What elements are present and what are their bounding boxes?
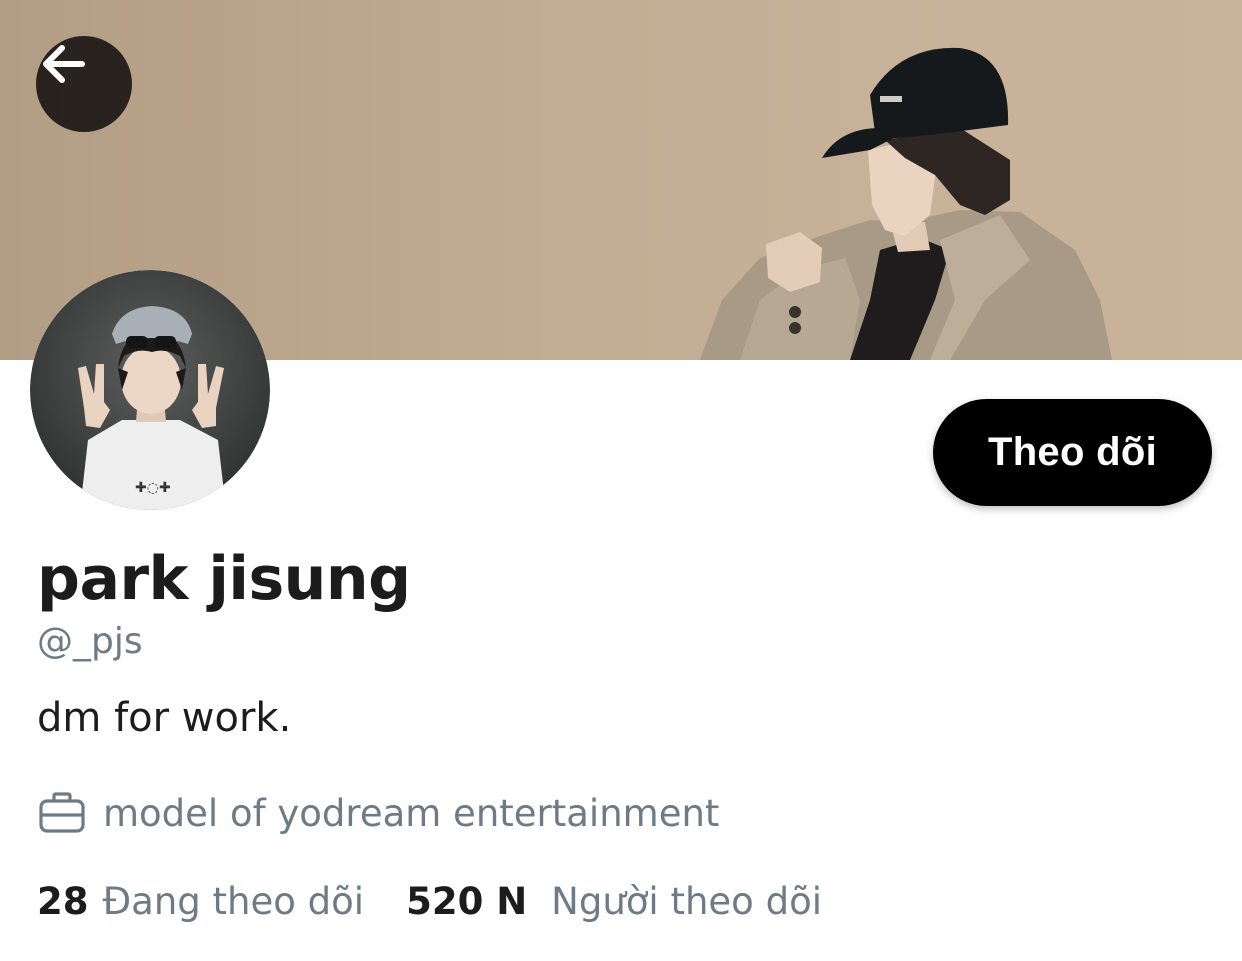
display-name: park jisung xyxy=(37,544,411,614)
following-count: 28 xyxy=(37,879,89,923)
svg-text:✚◌✚: ✚◌✚ xyxy=(135,480,171,496)
follow-button-label: Theo dõi xyxy=(987,430,1158,474)
follow-button[interactable]: Theo dõi xyxy=(933,399,1212,506)
followers-stat[interactable]: 520 N Người theo dõi xyxy=(406,880,822,923)
handle: @_pjs xyxy=(37,621,143,662)
bio: dm for work. xyxy=(37,695,292,741)
follow-stats: 28 Đang theo dõi 520 N Người theo dõi xyxy=(37,876,822,926)
work-info: model of yodream entertainment xyxy=(37,788,719,838)
followers-count: 520 N xyxy=(406,879,528,923)
briefcase-icon xyxy=(37,788,87,838)
work-text: model of yodream entertainment xyxy=(103,791,720,835)
following-label: Đang theo dõi xyxy=(102,879,365,923)
avatar-photo: ✚◌✚ xyxy=(30,270,270,510)
avatar[interactable]: ✚◌✚ xyxy=(30,270,270,510)
followers-label: Người theo dõi xyxy=(551,879,822,923)
back-button[interactable] xyxy=(36,36,132,132)
following-stat[interactable]: 28 Đang theo dõi xyxy=(37,880,364,923)
